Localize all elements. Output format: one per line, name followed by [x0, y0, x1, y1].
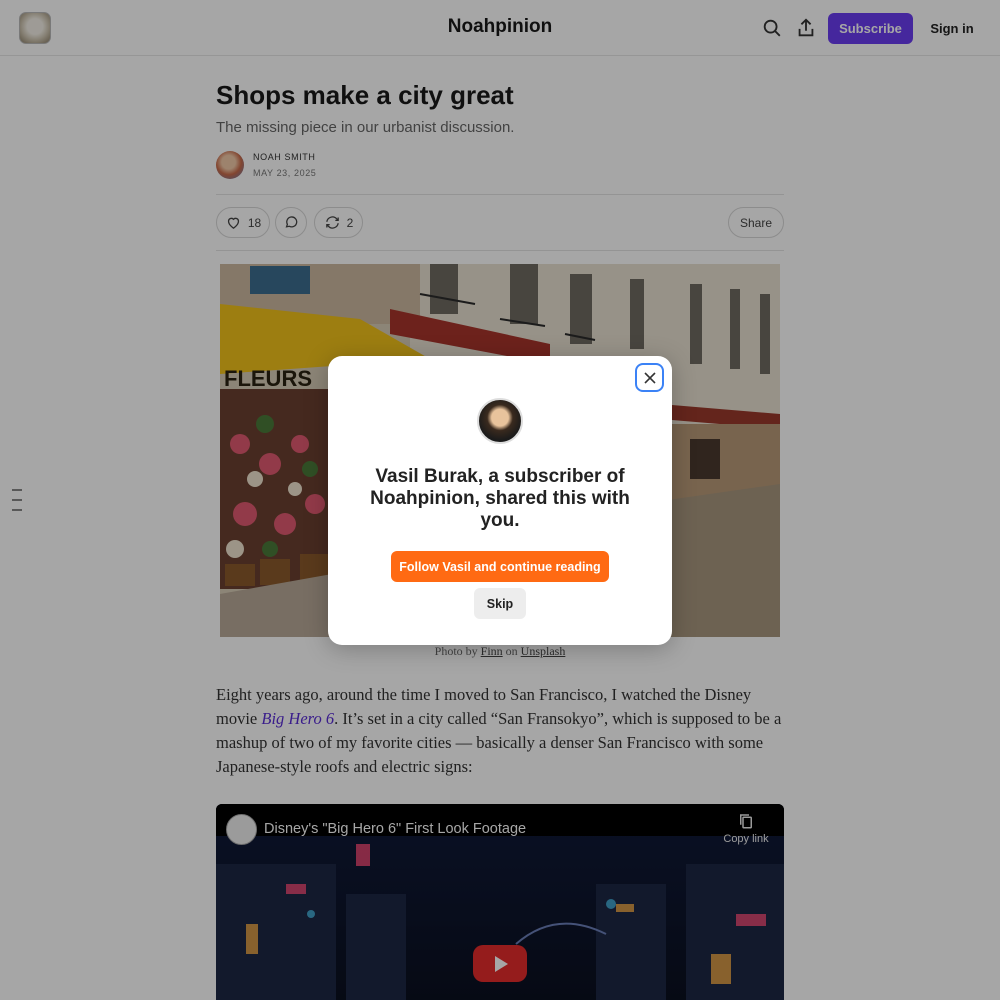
close-button[interactable]	[635, 363, 664, 392]
close-icon	[643, 371, 656, 384]
share-modal: Vasil Burak, a subscriber of Noahpinion,…	[328, 356, 672, 645]
modal-heading: Vasil Burak, a subscriber of Noahpinion,…	[370, 466, 630, 531]
skip-button[interactable]: Skip	[474, 588, 526, 619]
sharer-avatar	[477, 398, 523, 444]
follow-and-continue-button[interactable]: Follow Vasil and continue reading	[391, 551, 609, 582]
